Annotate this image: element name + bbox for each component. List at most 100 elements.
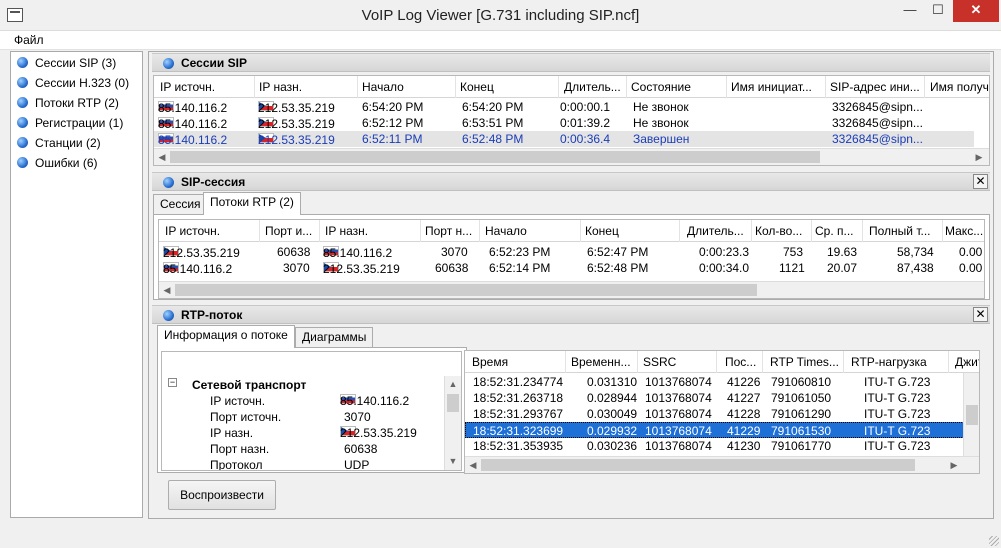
tree-item[interactable]: Протокол UDP xyxy=(162,458,445,470)
table-row-selected[interactable]: 18:52:31.323699 0.029932 1013768074 4122… xyxy=(465,422,964,438)
tree-item[interactable]: IP источн. 85.140.116.2 xyxy=(162,394,445,410)
collapse-icon[interactable]: − xyxy=(168,378,177,387)
scroll-thumb[interactable] xyxy=(481,459,915,471)
maximize-button[interactable]: ☐ xyxy=(924,0,952,22)
col-count[interactable]: Кол-во... xyxy=(755,224,810,238)
col-dst-ip[interactable]: IP назн. xyxy=(325,224,415,238)
table-row-selected[interactable]: 85.140.116.2 212.53.35.219 6:52:11 PM 6:… xyxy=(154,131,974,147)
col-receiver-name[interactable]: Имя получ xyxy=(930,80,989,94)
scroll-up-icon[interactable]: ▲ xyxy=(446,377,460,391)
tree-item[interactable]: IP назн. 212.53.35.219 xyxy=(162,426,445,442)
tab-session[interactable]: Сессия xyxy=(153,194,208,214)
scroll-thumb[interactable] xyxy=(170,151,820,163)
tree-item[interactable]: Порт назн. 60638 xyxy=(162,442,445,458)
rtp-streams-table[interactable]: IP источн. Порт и... IP назн. Порт н... … xyxy=(158,219,985,299)
scroll-thumb[interactable] xyxy=(966,405,978,425)
table-header: Время Временн... SSRC Пос... RTP Times..… xyxy=(465,351,979,373)
nav-item-h323-sessions[interactable]: Сессии H.323 (0) xyxy=(17,76,129,94)
nav-item-rtp-streams[interactable]: Потоки RTP (2) xyxy=(17,96,119,114)
col-duration[interactable]: Длитель... xyxy=(687,224,752,238)
rtp-packets-table[interactable]: Время Временн... SSRC Пос... RTP Times..… xyxy=(464,350,980,474)
scroll-left-icon[interactable]: ◀ xyxy=(155,150,169,164)
sip-sessions-title: Сессии SIP xyxy=(181,56,247,70)
col-time[interactable]: Время xyxy=(472,355,562,369)
stream-info-tree[interactable]: − Сетевой транспорт IP источн. 85.140.11… xyxy=(161,351,462,471)
scroll-thumb[interactable] xyxy=(175,284,757,296)
tree-group[interactable]: − Сетевой транспорт xyxy=(162,378,445,394)
rtp-stream-header: RTP-поток ✕ xyxy=(152,305,990,324)
col-src-ip[interactable]: IP источн. xyxy=(160,80,250,94)
packets-hscroll[interactable]: ◀ ▶ xyxy=(465,456,979,473)
play-button[interactable]: Воспроизвести xyxy=(168,480,276,510)
table-row[interactable]: 212.53.35.219 60638 85.140.116.2 3070 6:… xyxy=(159,244,984,260)
scroll-thumb[interactable] xyxy=(447,394,459,412)
tree-vscroll[interactable]: ▲ ▼ xyxy=(444,376,461,470)
scroll-left-icon[interactable]: ◀ xyxy=(160,283,174,297)
table-row[interactable]: 18:52:31.234774 0.031310 1013768074 4122… xyxy=(465,374,964,390)
nav-item-registrations[interactable]: Регистрации (1) xyxy=(17,116,123,134)
col-max[interactable]: Макс... xyxy=(945,224,984,238)
stream-info-tab-body: − Сетевой транспорт IP источн. 85.140.11… xyxy=(157,347,467,473)
table-row[interactable]: 18:52:31.353935 0.030236 1013768074 4123… xyxy=(465,438,964,454)
col-src-port[interactable]: Порт и... xyxy=(265,224,320,238)
col-start[interactable]: Начало xyxy=(485,224,575,238)
col-dst-port[interactable]: Порт н... xyxy=(425,224,480,238)
table-row[interactable]: 18:52:31.293767 0.030049 1013768074 4122… xyxy=(465,406,964,422)
sip-sessions-table[interactable]: IP источн. IP назн. Начало Конец Длитель… xyxy=(153,75,990,166)
sphere-icon xyxy=(17,77,28,88)
nav-panel: Сессии SIP (3) Сессии H.323 (0) Потоки R… xyxy=(10,51,143,518)
col-jitter[interactable]: Джит xyxy=(955,355,979,369)
tree-item[interactable]: Порт источн. 3070 xyxy=(162,410,445,426)
scroll-down-icon[interactable]: ▼ xyxy=(446,454,460,468)
menu-file[interactable]: Файл xyxy=(14,33,44,47)
nav-item-errors[interactable]: Ошибки (6) xyxy=(17,156,98,174)
close-section-button[interactable]: ✕ xyxy=(973,307,988,322)
window-title: VoIP Log Viewer [G.731 including SIP.ncf… xyxy=(361,7,640,24)
minimize-button[interactable]: — xyxy=(896,0,924,22)
col-src-ip[interactable]: IP источн. xyxy=(165,224,255,238)
sphere-icon xyxy=(163,177,174,188)
tab-stream-info[interactable]: Информация о потоке xyxy=(157,325,295,348)
rtp-streams-hscroll[interactable]: ◀ xyxy=(159,281,984,298)
col-state[interactable]: Состояние xyxy=(631,80,726,94)
tab-rtp-streams[interactable]: Потоки RTP (2) xyxy=(203,192,301,215)
col-seq[interactable]: Пос... xyxy=(725,355,761,369)
sphere-icon xyxy=(17,137,28,148)
nav-item-sip-sessions[interactable]: Сессии SIP (3) xyxy=(17,56,116,74)
close-window-button[interactable]: ✕ xyxy=(953,0,999,22)
menu-bar: Файл xyxy=(0,31,1001,50)
scroll-right-icon[interactable]: ▶ xyxy=(972,150,986,164)
rtp-stream-title: RTP-поток xyxy=(181,308,243,322)
sphere-icon xyxy=(163,310,174,321)
col-end[interactable]: Конец xyxy=(585,224,675,238)
scroll-left-icon[interactable]: ◀ xyxy=(466,458,480,472)
col-payload[interactable]: RTP-нагрузка xyxy=(851,355,941,369)
sip-sessions-header: Сессии SIP xyxy=(152,53,990,72)
close-section-button[interactable]: ✕ xyxy=(973,174,988,189)
col-end[interactable]: Конец xyxy=(460,80,555,94)
sip-session-header: SIP-сессия ✕ xyxy=(152,172,990,191)
col-avg[interactable]: Ср. п... xyxy=(815,224,860,238)
resize-grip-icon[interactable] xyxy=(989,536,999,546)
table-row[interactable]: 85.140.116.2 212.53.35.219 6:54:20 PM 6:… xyxy=(154,99,974,115)
col-initiator-sip[interactable]: SIP-адрес ини... xyxy=(830,80,922,94)
nav-item-stations[interactable]: Станции (2) xyxy=(17,136,101,154)
col-dst-ip[interactable]: IP назн. xyxy=(259,80,354,94)
col-initiator-name[interactable]: Имя инициат... xyxy=(731,80,823,94)
packets-vscroll[interactable] xyxy=(963,373,979,457)
col-delta[interactable]: Временн... xyxy=(571,355,635,369)
sip-session-tabs: Сессия Потоки RTP (2) xyxy=(153,192,453,215)
scroll-right-icon[interactable]: ▶ xyxy=(947,458,961,472)
sphere-icon xyxy=(17,97,28,108)
col-rtp-timestamp[interactable]: RTP Times... xyxy=(770,355,840,369)
title-bar: VoIP Log Viewer [G.731 including SIP.ncf… xyxy=(0,0,1001,31)
tab-diagrams[interactable]: Диаграммы xyxy=(295,327,374,347)
col-duration[interactable]: Длитель... xyxy=(564,80,624,94)
sip-sessions-hscroll[interactable]: ◀ ▶ xyxy=(154,148,989,165)
table-row[interactable]: 85.140.116.2 212.53.35.219 6:52:12 PM 6:… xyxy=(154,115,974,131)
col-start[interactable]: Начало xyxy=(362,80,452,94)
col-ssrc[interactable]: SSRC xyxy=(643,355,713,369)
table-row[interactable]: 18:52:31.263718 0.028944 1013768074 4122… xyxy=(465,390,964,406)
col-total[interactable]: Полный т... xyxy=(869,224,939,238)
table-row[interactable]: 85.140.116.2 3070 212.53.35.219 60638 6:… xyxy=(159,260,984,276)
